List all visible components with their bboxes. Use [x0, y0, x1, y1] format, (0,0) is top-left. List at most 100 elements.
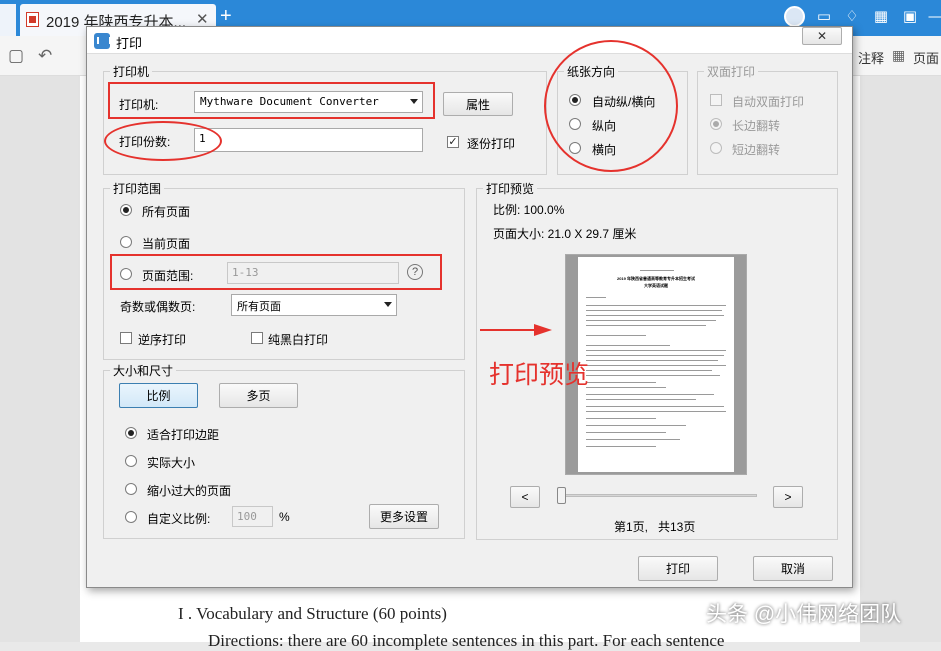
dialog-close-button[interactable]: ✕: [802, 27, 842, 45]
preview-line: [586, 439, 680, 440]
window-icon[interactable]: ▣: [900, 7, 920, 27]
odd-even-select-value: 所有页面: [237, 301, 281, 313]
dialog-titlebar: 打印: [87, 27, 852, 54]
user-avatar[interactable]: [784, 6, 805, 27]
preview-line: [586, 365, 726, 366]
document-line-1: I . Vocabulary and Structure (60 points): [178, 604, 447, 623]
preview-page-indicator: 第1页, 共13页: [614, 520, 696, 534]
preview-line: [586, 375, 720, 376]
document-line-2: Directions: there are 60 incomplete sent…: [208, 631, 725, 650]
preview-page-size-text: 页面大小: 21.0 X 29.7 厘米: [493, 227, 637, 241]
current-page-radio[interactable]: [120, 236, 132, 248]
preview-line: [586, 432, 666, 433]
preview-slider-thumb[interactable]: [557, 487, 566, 504]
multi-page-tab-button[interactable]: 多页: [219, 383, 298, 408]
preview-line: [586, 297, 606, 298]
more-settings-button[interactable]: 更多设置: [369, 504, 439, 529]
preview-line: [586, 406, 724, 407]
preview-line: [640, 270, 674, 271]
odd-even-select[interactable]: 所有页面: [231, 294, 397, 316]
annotation-orientation-ellipse: [544, 40, 678, 172]
current-page-label: 当前页面: [142, 237, 191, 251]
apps-grid-icon[interactable]: ▦: [871, 7, 891, 27]
preview-line: [586, 418, 656, 419]
duplex-group-legend: 双面打印: [707, 65, 756, 79]
grayscale-label: 纯黑白打印: [268, 333, 329, 347]
comment-icon[interactable]: ▭: [814, 7, 834, 27]
preview-sheet-subtitle: 大学英语试题: [644, 283, 668, 288]
preview-line: [586, 425, 686, 426]
short-edge-label: 短边翻转: [732, 143, 781, 157]
preview-line: [586, 387, 666, 388]
preview-line: [586, 394, 714, 395]
preview-line: [586, 411, 726, 412]
preview-line: [586, 370, 712, 371]
cancel-button[interactable]: 取消: [753, 556, 833, 581]
preview-line: [586, 305, 726, 306]
reverse-print-checkbox[interactable]: [120, 332, 132, 344]
percent-label: %: [279, 510, 290, 524]
pdf-file-icon: [26, 12, 39, 27]
toolbar-page[interactable]: 页面: [913, 48, 939, 67]
preview-line: [586, 355, 724, 356]
long-edge-label: 长边翻转: [732, 119, 781, 133]
preview-sheet: 2019 年陕西省普通高等教育专升本招生考试 大学英语试题: [578, 257, 734, 472]
auto-duplex-label: 自动双面打印: [732, 95, 805, 109]
dialog-title: 打印: [116, 36, 143, 51]
preview-scale-text: 比例: 100.0%: [493, 203, 565, 217]
properties-button[interactable]: 属性: [443, 92, 513, 116]
actual-size-radio[interactable]: [125, 455, 137, 467]
save-icon[interactable]: ▢: [8, 46, 24, 66]
custom-scale-label: 自定义比例:: [147, 512, 211, 526]
collate-checkbox[interactable]: ✓: [447, 136, 459, 148]
auto-duplex-checkbox[interactable]: [710, 94, 722, 106]
preview-line: [586, 399, 696, 400]
preview-line: [586, 325, 706, 326]
all-pages-label: 所有页面: [142, 205, 191, 219]
back-icon[interactable]: ↶: [38, 46, 52, 66]
grayscale-checkbox[interactable]: [251, 332, 263, 344]
copies-input[interactable]: 1: [194, 128, 423, 152]
long-edge-radio[interactable]: [710, 118, 722, 130]
custom-scale-input[interactable]: 100: [232, 506, 273, 527]
preview-pane: 2019 年陕西省普通高等教育专升本招生考试 大学英语试题: [565, 254, 747, 475]
shrink-oversize-radio[interactable]: [125, 483, 137, 495]
preview-slider-track[interactable]: [557, 494, 757, 497]
print-preview-legend: 打印预览: [486, 182, 535, 196]
preview-line: [586, 360, 718, 361]
scale-tab-button[interactable]: 比例: [119, 383, 198, 408]
fit-margins-label: 适合打印边距: [147, 428, 220, 442]
minimize-icon[interactable]: —: [926, 7, 941, 27]
preview-line: [586, 315, 724, 316]
size-group-legend: 大小和尺寸: [113, 364, 174, 378]
custom-scale-radio[interactable]: [125, 511, 137, 523]
home-tab[interactable]: [0, 4, 16, 36]
new-tab-icon[interactable]: +: [220, 5, 232, 28]
preview-line: [586, 350, 726, 351]
reverse-print-label: 逆序打印: [138, 333, 187, 347]
odd-even-label: 奇数或偶数页:: [120, 300, 196, 314]
app-logo-icon: [94, 33, 111, 49]
chevron-down-icon: [384, 302, 392, 307]
page-grid-icon[interactable]: ▦: [892, 47, 905, 64]
print-button[interactable]: 打印: [638, 556, 718, 581]
preview-line: [586, 310, 722, 311]
preview-line: [586, 335, 646, 336]
preview-next-button[interactable]: >: [773, 486, 803, 508]
skin-icon[interactable]: ♢: [842, 7, 862, 27]
fit-margins-radio[interactable]: [125, 427, 137, 439]
print-range-legend: 打印范围: [113, 182, 162, 196]
collate-label: 逐份打印: [467, 137, 516, 151]
printer-group-legend: 打印机: [113, 65, 150, 79]
annotation-copies-ellipse: [104, 121, 222, 161]
watermark-text: 头条 @小伟网络团队: [706, 603, 902, 626]
actual-size-label: 实际大小: [147, 456, 196, 470]
preview-sheet-title: 2019 年陕西省普通高等教育专升本招生考试: [616, 276, 695, 281]
toolbar-annotate[interactable]: 注释: [858, 48, 884, 67]
preview-prev-button[interactable]: <: [510, 486, 540, 508]
short-edge-radio[interactable]: [710, 142, 722, 154]
annotation-arrow: [480, 324, 552, 336]
all-pages-radio[interactable]: [120, 204, 132, 216]
preview-line: [586, 382, 656, 383]
shrink-oversize-label: 缩小过大的页面: [147, 484, 232, 498]
